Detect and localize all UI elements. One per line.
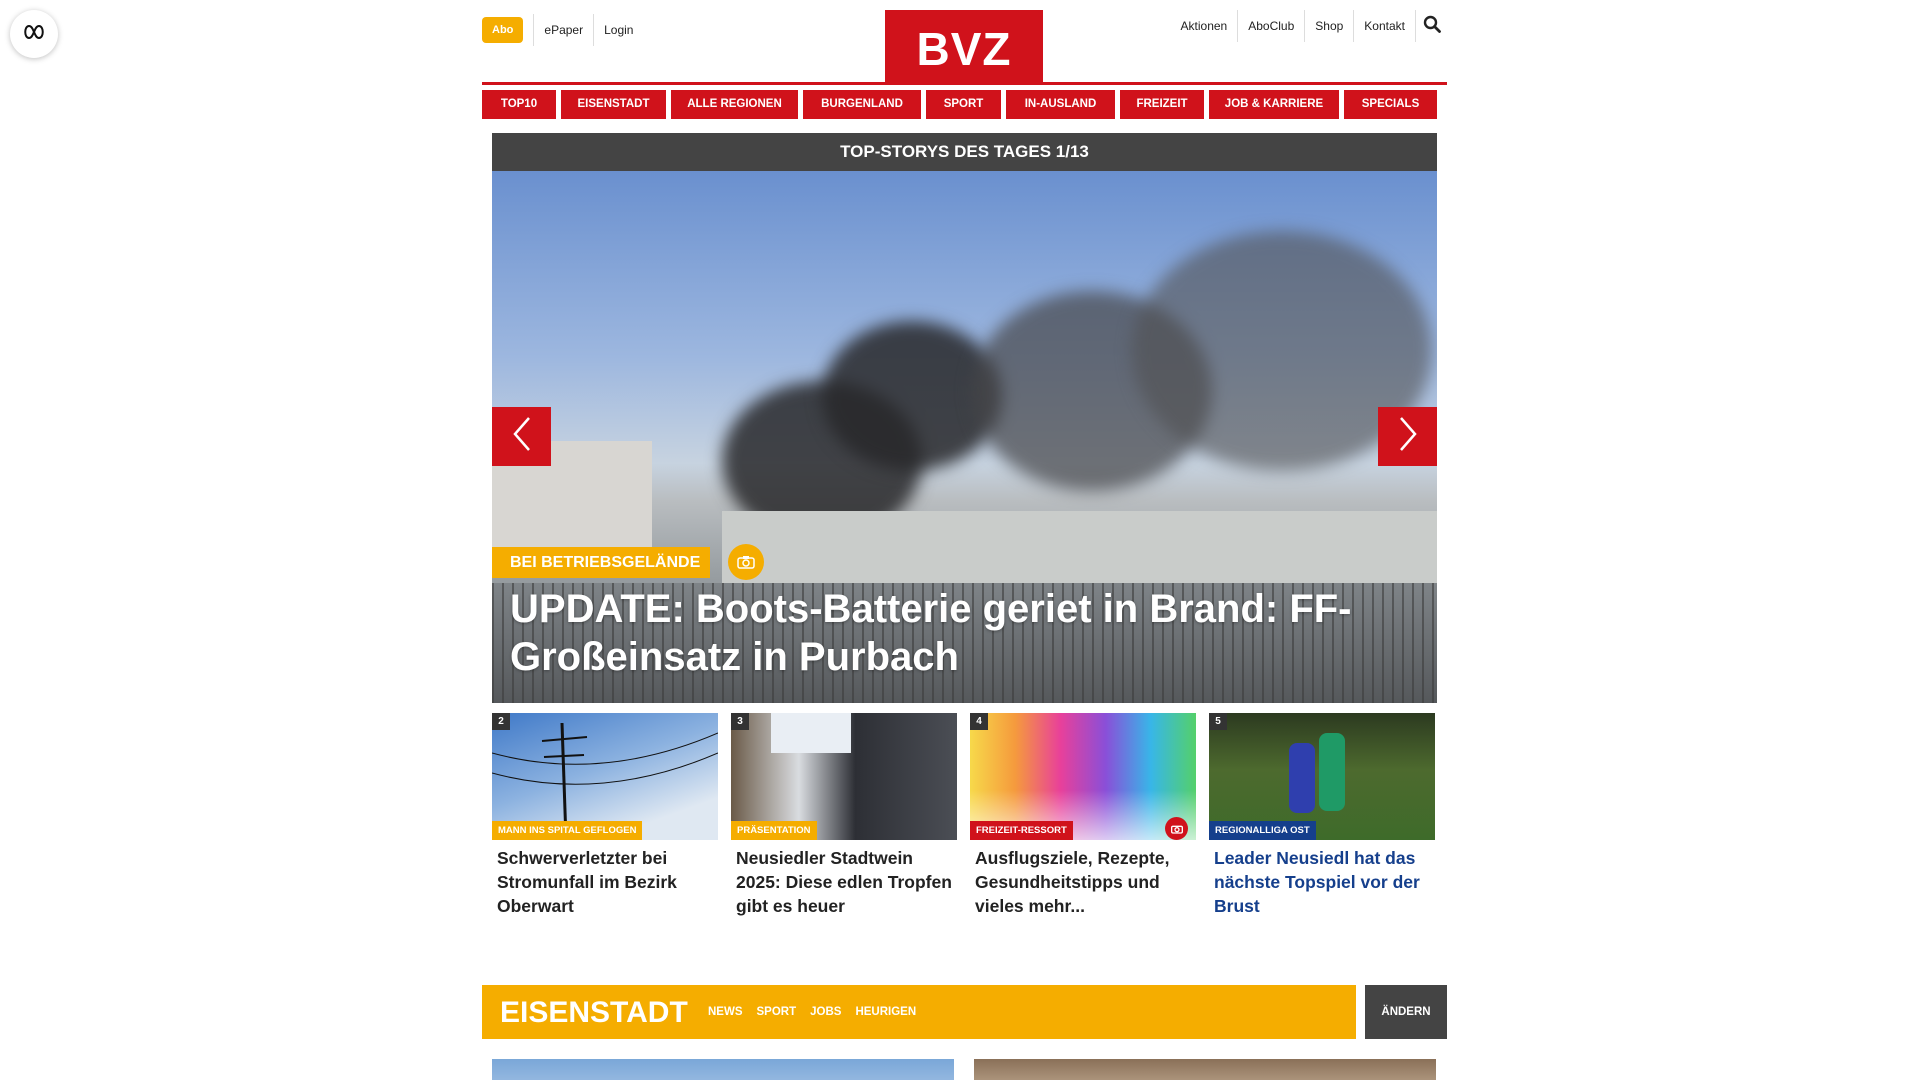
- player-figure: [1319, 733, 1345, 811]
- region-article-images: [492, 1059, 1437, 1080]
- nav-alle-regionen[interactable]: ALLE REGIONEN: [671, 90, 798, 119]
- search-icon: [1423, 15, 1441, 38]
- teaser-title[interactable]: Leader Neusiedl hat das nächste Topspiel…: [1209, 840, 1435, 918]
- teaser-number: 5: [1209, 713, 1227, 730]
- teaser-kicker: REGIONALLIGA OST: [1209, 821, 1316, 840]
- chevron-left-icon: [512, 416, 532, 457]
- teaser-card[interactable]: 3 PRÄSENTATION Neusiedler Stadtwein 2025…: [731, 713, 957, 918]
- utility-nav-right: Aktionen AboClub Shop Kontakt: [1171, 10, 1447, 42]
- nav-job-karriere[interactable]: JOB & KARRIERE: [1209, 90, 1339, 119]
- hero-image[interactable]: BEI BETRIEBSGELÄNDE UPDATE: Boots-Batter…: [492, 171, 1437, 703]
- player-figure: [1289, 743, 1315, 813]
- hero-headline[interactable]: UPDATE: Boots-Batterie geriet in Brand: …: [510, 585, 1377, 681]
- shop-link[interactable]: Shop: [1304, 10, 1353, 42]
- nav-specials[interactable]: SPECIALS: [1344, 90, 1437, 119]
- hero-kicker: BEI BETRIEBSGELÄNDE: [492, 544, 765, 580]
- region-links: NEWS SPORT JOBS HEURIGEN: [708, 985, 916, 1039]
- camera-icon: [728, 544, 765, 580]
- teaser-row: 2 MANN INS SPITAL GEFLOGEN Schwerverletz…: [492, 713, 1437, 918]
- teaser-number: 3: [731, 713, 749, 730]
- aktionen-link[interactable]: Aktionen: [1171, 10, 1238, 42]
- search-button[interactable]: [1415, 10, 1447, 42]
- region-section: EISENSTADT NEWS SPORT JOBS HEURIGEN ÄNDE…: [482, 985, 1447, 1039]
- teaser-kicker: MANN INS SPITAL GEFLOGEN: [492, 821, 643, 840]
- utility-nav-left: Abo ePaper Login: [482, 14, 643, 46]
- teaser-image[interactable]: 5 REGIONALLIGA OST: [1209, 713, 1435, 840]
- camera-icon: [1165, 817, 1188, 840]
- hero-kicker-label: BEI BETRIEBSGELÄNDE: [492, 546, 711, 578]
- slider-next-button[interactable]: [1378, 407, 1437, 466]
- teaser-card[interactable]: 5 REGIONALLIGA OST Leader Neusiedl hat d…: [1209, 713, 1435, 918]
- region-link-jobs[interactable]: JOBS: [810, 985, 841, 1039]
- teaser-kicker: FREIZEIT-RESSORT: [970, 821, 1073, 840]
- site-header: Abo ePaper Login BVZ Aktionen AboClub Sh…: [482, 0, 1447, 85]
- region-article-image[interactable]: [974, 1059, 1436, 1080]
- nav-in-ausland[interactable]: IN-AUSLAND: [1006, 90, 1115, 119]
- abo-button[interactable]: Abo: [482, 17, 524, 43]
- teaser-title[interactable]: Schwerverletzter bei Stromunfall im Bezi…: [492, 840, 718, 918]
- teaser-kicker: PRÄSENTATION: [731, 821, 817, 840]
- backdrop-banner: [771, 713, 851, 753]
- teaser-title[interactable]: Neusiedler Stadtwein 2025: Diese edlen T…: [731, 840, 957, 918]
- nav-eisenstadt[interactable]: EISENSTADT: [561, 90, 666, 119]
- teaser-title[interactable]: Ausflugsziele, Rezepte, Gesundheitstipps…: [970, 840, 1196, 918]
- epaper-link[interactable]: ePaper: [533, 14, 593, 46]
- teaser-image[interactable]: 3 PRÄSENTATION: [731, 713, 957, 840]
- region-link-sport[interactable]: SPORT: [757, 985, 797, 1039]
- slider-prev-button[interactable]: [492, 407, 551, 466]
- teaser-card[interactable]: 2 MANN INS SPITAL GEFLOGEN Schwerverletz…: [492, 713, 718, 918]
- teaser-image[interactable]: 2 MANN INS SPITAL GEFLOGEN: [492, 713, 718, 840]
- nav-burgenland[interactable]: BURGENLAND: [803, 90, 921, 119]
- nav-sport[interactable]: SPORT: [926, 90, 1001, 119]
- header-divider: [482, 82, 1447, 85]
- accessibility-icon: [22, 24, 46, 44]
- teaser-card[interactable]: 4 FREIZEIT-RESSORT Ausflugsziele, Rezept…: [970, 713, 1196, 918]
- region-link-heurigen[interactable]: HEURIGEN: [855, 985, 916, 1039]
- kontakt-link[interactable]: Kontakt: [1353, 10, 1415, 42]
- nav-freizeit[interactable]: FREIZEIT: [1120, 90, 1204, 119]
- teaser-number: 2: [492, 713, 510, 730]
- aboclub-link[interactable]: AboClub: [1237, 10, 1304, 42]
- bvz-logo[interactable]: BVZ: [885, 10, 1043, 82]
- nav-top10[interactable]: TOP10: [482, 90, 556, 119]
- teaser-image[interactable]: 4 FREIZEIT-RESSORT: [970, 713, 1196, 840]
- region-title[interactable]: EISENSTADT: [500, 985, 688, 1041]
- accessibility-button[interactable]: [10, 10, 58, 58]
- page-container: Abo ePaper Login BVZ Aktionen AboClub Sh…: [482, 0, 1447, 1080]
- change-region-button[interactable]: ÄNDERN: [1365, 985, 1447, 1039]
- top-stories-heading: TOP-STORYS DES TAGES 1/13: [492, 133, 1437, 171]
- region-link-news[interactable]: NEWS: [708, 985, 743, 1039]
- login-link[interactable]: Login: [593, 14, 643, 46]
- region-article-image[interactable]: [492, 1059, 954, 1080]
- chevron-right-icon: [1398, 416, 1418, 457]
- main-nav: TOP10 EISENSTADT ALLE REGIONEN BURGENLAN…: [482, 90, 1447, 119]
- teaser-number: 4: [970, 713, 988, 730]
- top-stories-slider: TOP-STORYS DES TAGES 1/13 BEI BETRIEBSGE…: [492, 133, 1437, 703]
- building-roof: [722, 511, 1437, 591]
